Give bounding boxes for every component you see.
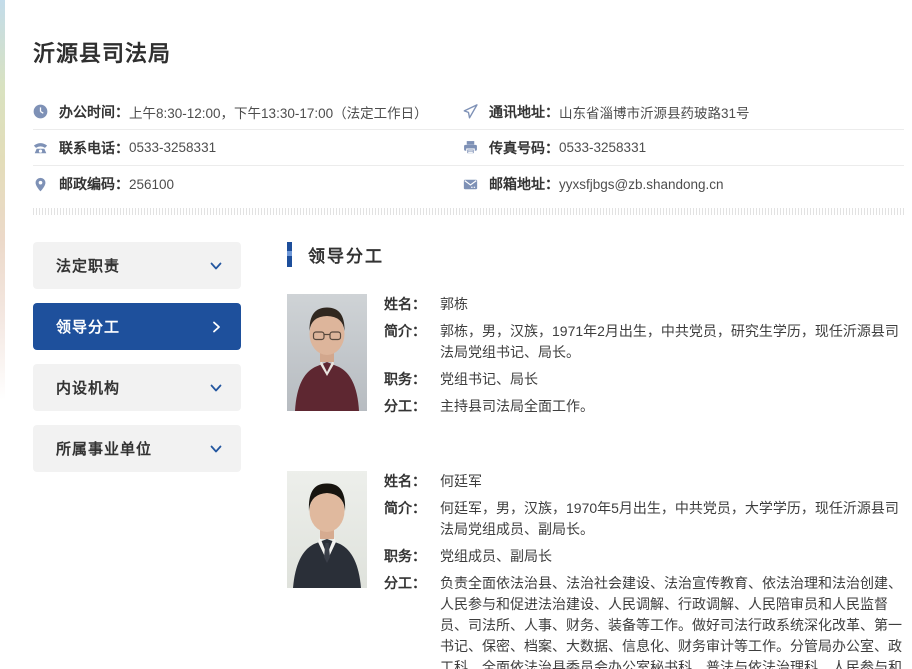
position-value: 党组成员、副局长	[440, 546, 904, 567]
profile-label: 简介：	[384, 498, 440, 540]
contact-info-panel: 办公时间： 上午8:30-12:00，下午13:30-17:00（法定工作日） …	[33, 94, 904, 202]
fax-label: 传真号码：	[489, 138, 559, 158]
position-row: 职务： 党组成员、副局长	[384, 546, 904, 567]
phone-label: 联系电话：	[59, 138, 129, 158]
duty-value: 负责全面依法治县、法治社会建设、法治宣传教育、依法治理和法治创建、人民参与和促进…	[440, 573, 904, 669]
leader-card: 姓名： 郭栋 简介： 郭栋，男，汉族，1971年2月出生，中共党员，研究生学历，…	[287, 294, 904, 423]
postcode-label: 邮政编码：	[59, 174, 129, 194]
position-value: 党组书记、局长	[440, 369, 904, 390]
sidebar-item-leadership-division[interactable]: 领导分工	[33, 303, 241, 350]
phone-item: 联系电话： 0533-3258331	[33, 138, 463, 158]
contact-row: 邮政编码： 256100 邮箱地址： yyxsfjbgs@zb.shandong…	[33, 166, 904, 202]
sidebar-item-legal-duties[interactable]: 法定职责	[33, 242, 241, 289]
profile-row: 简介： 郭栋，男，汉族，1971年2月出生，中共党员，研究生学历，现任沂源县司法…	[384, 321, 904, 363]
fax-item: 传真号码： 0533-3258331	[463, 138, 904, 158]
leader-list: 姓名： 郭栋 简介： 郭栋，男，汉族，1971年2月出生，中共党员，研究生学历，…	[287, 294, 904, 669]
name-label: 姓名：	[384, 294, 440, 315]
mail-address-label: 通讯地址：	[489, 102, 559, 122]
contact-row: 联系电话： 0533-3258331 传真号码： 0533-3258331	[33, 130, 904, 166]
postcode-item: 邮政编码： 256100	[33, 174, 463, 194]
duty-row: 分工： 主持县司法局全面工作。	[384, 396, 904, 417]
profile-value: 何廷军，男，汉族，1970年5月出生，中共党员，大学学历，现任沂源县司法局党组成…	[440, 498, 904, 540]
sidebar-item-label: 领导分工	[56, 316, 120, 337]
name-row: 姓名： 何廷军	[384, 471, 904, 492]
chevron-down-icon	[209, 259, 223, 273]
section-title: 领导分工	[308, 242, 384, 267]
phone-icon	[33, 140, 48, 155]
main-area: 法定职责 领导分工 内设机构 所属事业单位	[33, 242, 904, 669]
clock-icon	[33, 104, 48, 119]
name-row: 姓名： 郭栋	[384, 294, 904, 315]
sidebar-nav: 法定职责 领导分工 内设机构 所属事业单位	[33, 242, 241, 669]
duty-row: 分工： 负责全面依法治县、法治社会建设、法治宣传教育、依法治理和法治创建、人民参…	[384, 573, 904, 669]
mail-icon	[463, 177, 478, 192]
leader-info: 姓名： 郭栋 简介： 郭栋，男，汉族，1971年2月出生，中共党员，研究生学历，…	[384, 294, 904, 423]
mail-address-value: 山东省淄博市沂源县药玻路31号	[559, 102, 750, 122]
office-hours-value: 上午8:30-12:00，下午13:30-17:00（法定工作日）	[129, 102, 428, 122]
leader-photo	[287, 471, 367, 588]
fax-icon	[463, 140, 478, 155]
position-row: 职务： 党组书记、局长	[384, 369, 904, 390]
email-item: 邮箱地址： yyxsfjbgs@zb.shandong.cn	[463, 174, 904, 194]
profile-value: 郭栋，男，汉族，1971年2月出生，中共党员，研究生学历，现任沂源县司法局党组书…	[440, 321, 904, 363]
phone-value: 0533-3258331	[129, 140, 216, 155]
sidebar-item-label: 所属事业单位	[56, 438, 152, 459]
leader-photo	[287, 294, 367, 411]
chevron-down-icon	[209, 442, 223, 456]
map-pin-icon	[33, 177, 48, 192]
chevron-right-icon	[209, 320, 223, 334]
profile-label: 简介：	[384, 321, 440, 363]
email-label: 邮箱地址：	[489, 174, 559, 194]
section-marker-bar	[287, 242, 292, 267]
name-label: 姓名：	[384, 471, 440, 492]
page-container: 沂源县司法局 办公时间： 上午8:30-12:00，下午13:30-17:00（…	[0, 36, 912, 669]
office-hours-label: 办公时间：	[59, 102, 129, 122]
duty-label: 分工：	[384, 396, 440, 417]
sidebar-item-label: 法定职责	[56, 255, 120, 276]
profile-row: 简介： 何廷军，男，汉族，1970年5月出生，中共党员，大学学历，现任沂源县司法…	[384, 498, 904, 540]
fax-value: 0533-3258331	[559, 140, 646, 155]
duty-label: 分工：	[384, 573, 440, 669]
sidebar-item-label: 内设机构	[56, 377, 120, 398]
sidebar-item-internal-organs[interactable]: 内设机构	[33, 364, 241, 411]
chevron-down-icon	[209, 381, 223, 395]
content-panel: 领导分工	[287, 242, 904, 669]
name-value: 郭栋	[440, 294, 904, 315]
section-header: 领导分工	[287, 242, 904, 267]
duty-value: 主持县司法局全面工作。	[440, 396, 904, 417]
leader-card: 姓名： 何廷军 简介： 何廷军，男，汉族，1970年5月出生，中共党员，大学学历…	[287, 471, 904, 669]
sidebar-item-affiliated-institutions[interactable]: 所属事业单位	[33, 425, 241, 472]
location-arrow-icon	[463, 104, 478, 119]
email-value: yyxsfjbgs@zb.shandong.cn	[559, 177, 724, 192]
position-label: 职务：	[384, 369, 440, 390]
dotted-divider	[33, 208, 904, 215]
page-title: 沂源县司法局	[33, 36, 904, 68]
office-hours-item: 办公时间： 上午8:30-12:00，下午13:30-17:00（法定工作日）	[33, 102, 463, 122]
name-value: 何廷军	[440, 471, 904, 492]
postcode-value: 256100	[129, 177, 174, 192]
contact-row: 办公时间： 上午8:30-12:00，下午13:30-17:00（法定工作日） …	[33, 94, 904, 130]
mail-address-item: 通讯地址： 山东省淄博市沂源县药玻路31号	[463, 102, 904, 122]
leader-info: 姓名： 何廷军 简介： 何廷军，男，汉族，1970年5月出生，中共党员，大学学历…	[384, 471, 904, 669]
position-label: 职务：	[384, 546, 440, 567]
